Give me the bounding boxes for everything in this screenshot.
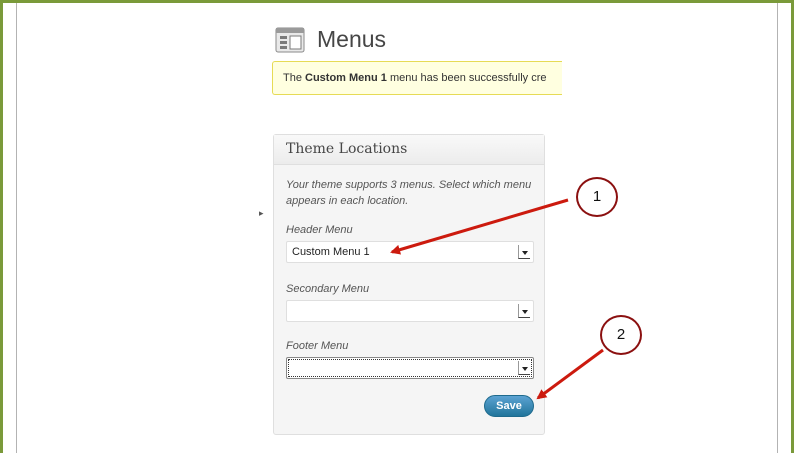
menus-page-icon <box>275 27 305 53</box>
panel-heading: Theme Locations <box>274 135 544 165</box>
secondary-menu-select[interactable] <box>286 300 534 322</box>
panel-help-text: Your theme supports 3 menus. Select whic… <box>286 179 532 207</box>
footer-menu-label: Footer Menu <box>286 340 349 352</box>
callout-1: 1 <box>576 177 618 217</box>
success-notice: The Custom Menu 1 menu has been successf… <box>272 61 562 95</box>
collapse-arrow-icon[interactable]: ▸ <box>259 208 264 219</box>
notice-menu-name: Custom Menu 1 <box>305 72 387 84</box>
notice-suffix: menu has been successfully cre <box>386 72 547 84</box>
header-menu-value: Custom Menu 1 <box>292 246 370 258</box>
callout-2: 2 <box>600 315 642 355</box>
footer-menu-select[interactable] <box>286 357 534 379</box>
notice-prefix: The <box>283 72 306 84</box>
theme-locations-panel: Theme Locations Your theme supports 3 me… <box>273 134 545 435</box>
secondary-menu-label: Secondary Menu <box>286 283 370 295</box>
dropdown-arrow-icon[interactable] <box>518 245 530 259</box>
page-title: Menus <box>317 26 387 52</box>
dropdown-arrow-icon[interactable] <box>518 304 530 318</box>
header-menu-select[interactable]: Custom Menu 1 <box>286 241 534 263</box>
dropdown-arrow-icon[interactable] <box>518 361 530 375</box>
save-button[interactable]: Save <box>484 395 534 417</box>
header-menu-label: Header Menu <box>286 224 353 236</box>
